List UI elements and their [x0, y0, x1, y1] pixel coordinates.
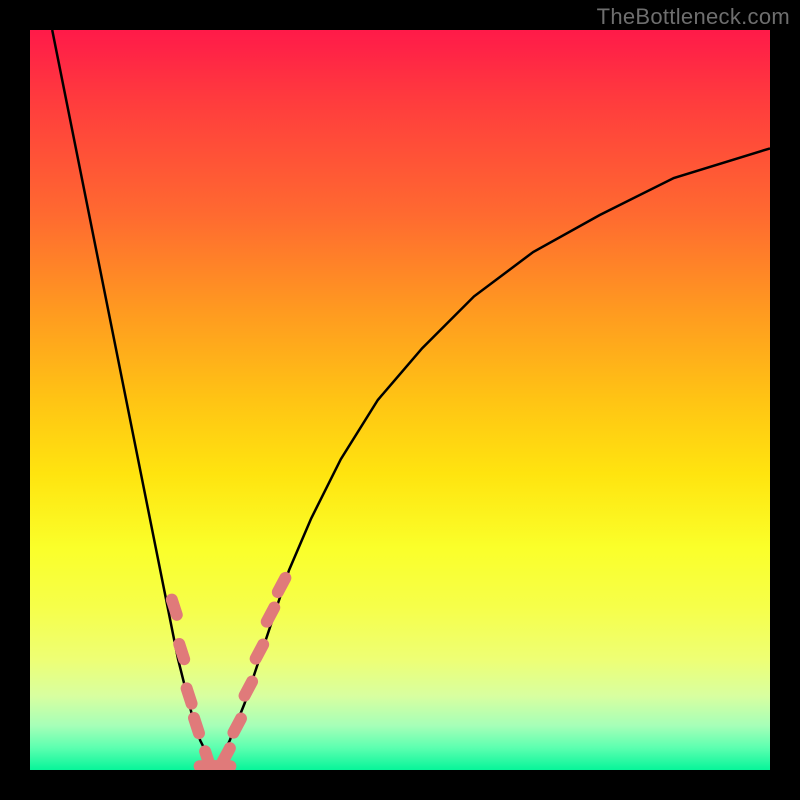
data-marker	[186, 710, 206, 740]
data-marker	[194, 760, 222, 770]
data-marker	[225, 710, 249, 740]
data-marker	[214, 740, 238, 770]
data-marker	[198, 744, 218, 770]
chart-frame: TheBottleneck.com	[0, 0, 800, 800]
curve-right	[215, 148, 770, 770]
data-marker	[172, 636, 192, 666]
markers-right	[214, 570, 293, 770]
markers-left	[164, 592, 217, 770]
markers-bottom	[194, 760, 237, 770]
data-marker	[201, 760, 229, 770]
data-marker	[179, 681, 199, 711]
data-marker	[164, 592, 184, 622]
plot-area	[30, 30, 770, 770]
curve-layer	[30, 30, 770, 770]
data-marker	[270, 570, 294, 600]
watermark-text: TheBottleneck.com	[597, 4, 790, 30]
curve-left	[52, 30, 215, 770]
data-marker	[248, 636, 272, 666]
data-marker	[208, 760, 236, 770]
data-marker	[236, 673, 260, 703]
data-marker	[259, 599, 283, 629]
